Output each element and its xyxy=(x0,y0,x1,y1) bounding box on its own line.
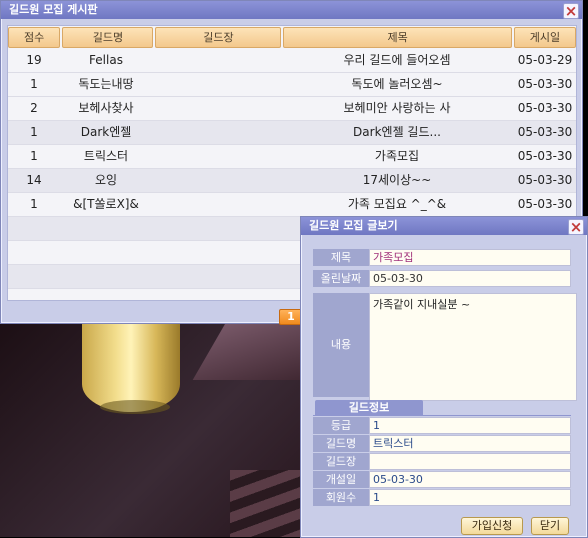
table-row[interactable]: 1 Dark엔젤 Dark엔젤 길드... 05-03-30 xyxy=(8,121,576,145)
row-subject: 보헤미안 사랑하는 사 xyxy=(343,101,451,115)
table-row[interactable]: 2 보헤사찾사 보헤미안 사랑하는 사 05-03-30 xyxy=(8,97,576,121)
grade-label: 등급 xyxy=(313,417,369,434)
guild-name-row: 길드명 트릭스터 xyxy=(313,435,571,452)
row-master xyxy=(152,169,280,192)
row-master xyxy=(152,49,280,72)
board-title: 길드원 모집 게시판 xyxy=(9,3,98,16)
row-date: 05-03-30 xyxy=(517,125,573,139)
table-row[interactable]: 1 &[T쏠로X]& 가족 모집요 ^_^& 05-03-30 xyxy=(8,193,576,217)
grade-row: 등급 1 xyxy=(313,417,571,434)
row-subject: 가족 모집요 ^_^& xyxy=(347,197,447,211)
row-date: 05-03-30 xyxy=(517,149,573,163)
table-header: 점수 길드명 길드장 제목 게시일 xyxy=(8,26,576,49)
row-score: 1 xyxy=(30,197,38,211)
game-pillar-shadow xyxy=(100,400,170,414)
row-guild: 독도는내땅 xyxy=(78,77,134,91)
column-header-master[interactable]: 길드장 xyxy=(155,27,282,48)
column-header-guild[interactable]: 길드명 xyxy=(62,27,154,48)
row-score: 1 xyxy=(30,77,38,91)
guild-master-value xyxy=(369,453,571,470)
row-guild: Fellas xyxy=(89,53,123,67)
row-guild: &[T쏠로X]& xyxy=(73,197,139,211)
content-label: 내용 xyxy=(313,293,369,397)
founded-label: 개설일 xyxy=(313,471,369,488)
table-row[interactable]: 19 Fellas 우리 길드에 들어오셈 05-03-29 xyxy=(8,49,576,73)
row-date: 05-03-30 xyxy=(517,197,573,211)
row-subject: 17세이상~~ xyxy=(362,173,432,187)
posted-row: 올린날짜 05-03-30 xyxy=(313,270,571,287)
close-icon[interactable]: × xyxy=(563,3,579,19)
detail-title: 길드원 모집 글보기 xyxy=(309,219,398,232)
guild-master-label: 길드장 xyxy=(313,453,369,470)
row-guild: 트릭스터 xyxy=(83,149,129,163)
row-subject: Dark엔젤 길드... xyxy=(353,125,441,139)
guild-name-label: 길드명 xyxy=(313,435,369,452)
row-score: 1 xyxy=(30,125,38,139)
founded-row: 개설일 05-03-30 xyxy=(313,471,571,488)
guild-recruit-detail-window: 길드원 모집 글보기 × 제목 가족모집 올린날짜 05-03-30 내용 가족… xyxy=(300,216,588,538)
row-guild: 보헤사찾사 xyxy=(78,101,134,115)
members-row: 회원수 1 xyxy=(313,489,571,506)
row-score: 1 xyxy=(30,149,38,163)
row-master xyxy=(152,97,280,120)
column-header-date[interactable]: 게시일 xyxy=(513,27,576,48)
close-button[interactable]: 닫기 xyxy=(531,517,569,535)
founded-value: 05-03-30 xyxy=(369,471,571,488)
grade-value: 1 xyxy=(369,417,571,434)
row-master xyxy=(152,145,280,168)
guild-name-value: 트릭스터 xyxy=(369,435,571,452)
row-date: 05-03-29 xyxy=(517,53,573,67)
table-row[interactable]: 1 독도는내땅 독도에 놀러오셈~ 05-03-30 xyxy=(8,73,576,97)
row-subject: 가족모집 xyxy=(374,149,420,163)
board-title-bar[interactable]: 길드원 모집 게시판 × xyxy=(1,1,582,19)
posted-label: 올린날짜 xyxy=(313,270,369,287)
row-master xyxy=(152,121,280,144)
close-icon[interactable]: × xyxy=(568,219,584,235)
row-guild: 오잉 xyxy=(94,173,118,187)
row-date: 05-03-30 xyxy=(517,101,573,115)
row-guild: Dark엔젤 xyxy=(80,125,132,139)
row-date: 05-03-30 xyxy=(517,173,573,187)
row-date: 05-03-30 xyxy=(517,77,573,91)
posted-value: 05-03-30 xyxy=(369,270,571,287)
row-score: 14 xyxy=(26,173,42,187)
column-header-score[interactable]: 점수 xyxy=(8,27,61,48)
row-subject: 독도에 놀러오셈~ xyxy=(351,77,443,91)
detail-title-bar[interactable]: 길드원 모집 글보기 × xyxy=(301,217,587,235)
table-row[interactable]: 14 오잉 17세이상~~ 05-03-30 xyxy=(8,169,576,193)
row-score: 19 xyxy=(26,53,42,67)
row-score: 2 xyxy=(30,101,38,115)
row-master xyxy=(152,193,280,216)
column-header-subject[interactable]: 제목 xyxy=(283,27,512,48)
row-subject: 우리 길드에 들어오셈 xyxy=(343,53,451,67)
table-row-selected[interactable]: 1 트릭스터 가족모집 05-03-30 xyxy=(8,145,576,169)
subject-value: 가족모집 xyxy=(369,249,571,266)
members-label: 회원수 xyxy=(313,489,369,506)
subject-row: 제목 가족모집 xyxy=(313,249,571,266)
members-value: 1 xyxy=(369,489,571,506)
content-value: 가족같이 지내실분 ~ xyxy=(369,293,577,401)
guild-info-header: 길드정보 xyxy=(315,400,423,415)
apply-button[interactable]: 가입신청 xyxy=(461,517,523,535)
subject-label: 제목 xyxy=(313,249,369,266)
guild-master-row: 길드장 xyxy=(313,453,571,470)
row-master xyxy=(152,73,280,96)
